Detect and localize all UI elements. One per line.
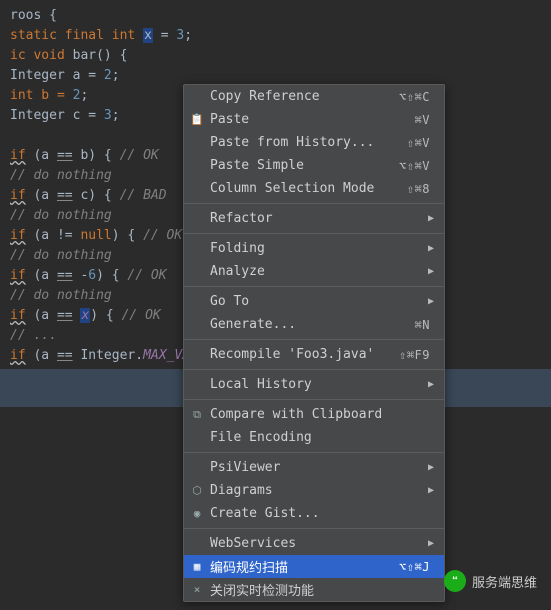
menu-item-paste[interactable]: 📋 Paste⌘V: [184, 108, 444, 131]
menu-item-shortcut: ⇧⌘8: [407, 182, 430, 196]
menu-item-diagrams[interactable]: ⬡ Diagrams▶: [184, 479, 444, 502]
menu-item-paste-from-history[interactable]: Paste from History...⇧⌘V: [184, 131, 444, 154]
submenu-arrow-icon: ▶: [428, 485, 434, 496]
code-line: roos {: [10, 8, 57, 23]
submenu-arrow-icon: ▶: [428, 213, 434, 224]
menu-item-label: Paste Simple: [210, 158, 399, 173]
menu-item-shortcut: ⌘V: [415, 113, 430, 127]
menu-item-folding[interactable]: Folding▶: [184, 237, 444, 260]
menu-item-refactor[interactable]: Refactor▶: [184, 207, 444, 230]
menu-separator: [184, 452, 444, 453]
menu-item-icon: 📋: [190, 113, 204, 126]
menu-separator: [184, 233, 444, 234]
menu-item-label: Compare with Clipboard: [210, 407, 430, 422]
menu-separator: [184, 369, 444, 370]
menu-item-label: Paste: [210, 112, 415, 127]
watermark-text: 服务端思维: [472, 572, 537, 591]
menu-item-file-encoding[interactable]: File Encoding: [184, 426, 444, 449]
context-menu: Copy Reference⌥⇧⌘C 📋 Paste⌘V Paste from His…: [183, 84, 445, 602]
menu-item-label: PsiViewer: [210, 460, 430, 475]
submenu-arrow-icon: ▶: [428, 379, 434, 390]
menu-item-webservices[interactable]: WebServices▶: [184, 532, 444, 555]
menu-item-icon: ◉: [190, 507, 204, 520]
menu-item-icon: ×: [190, 583, 204, 596]
menu-item-icon: ▦: [190, 560, 204, 573]
menu-item-local-history[interactable]: Local History▶: [184, 373, 444, 396]
menu-separator: [184, 399, 444, 400]
menu-item-label: Local History: [210, 377, 430, 392]
menu-item-recompile-foo3-java[interactable]: Recompile 'Foo3.java'⇧⌘F9: [184, 343, 444, 366]
menu-item-[interactable]: × 关闭实时检测功能: [184, 578, 444, 601]
menu-item-icon: ⧉: [190, 408, 204, 422]
menu-separator: [184, 203, 444, 204]
menu-item-shortcut: ⌥⇧⌘J: [399, 560, 430, 574]
menu-item-copy-reference[interactable]: Copy Reference⌥⇧⌘C: [184, 85, 444, 108]
menu-item-paste-simple[interactable]: Paste Simple⌥⇧⌘V: [184, 154, 444, 177]
submenu-arrow-icon: ▶: [428, 243, 434, 254]
menu-item-column-selection-mode[interactable]: Column Selection Mode⇧⌘8: [184, 177, 444, 200]
menu-item-go-to[interactable]: Go To▶: [184, 290, 444, 313]
menu-item-shortcut: ⌘N: [415, 318, 430, 332]
menu-item-generate[interactable]: Generate...⌘N: [184, 313, 444, 336]
menu-item-label: Copy Reference: [210, 89, 399, 104]
menu-item-label: Column Selection Mode: [210, 181, 407, 196]
menu-item-shortcut: ⇧⌘F9: [399, 348, 430, 362]
menu-item-label: 编码规约扫描: [210, 557, 399, 576]
menu-item-label: File Encoding: [210, 430, 430, 445]
menu-item-label: Generate...: [210, 317, 415, 332]
menu-item-shortcut: ⇧⌘V: [407, 136, 430, 150]
watermark: ❝ 服务端思维: [444, 570, 537, 592]
menu-separator: [184, 528, 444, 529]
menu-item-create-gist[interactable]: ◉ Create Gist...: [184, 502, 444, 525]
wechat-icon: ❝: [444, 570, 466, 592]
menu-separator: [184, 286, 444, 287]
menu-item-label: Refactor: [210, 211, 430, 226]
menu-item-label: 关闭实时检测功能: [210, 580, 430, 599]
submenu-arrow-icon: ▶: [428, 266, 434, 277]
menu-item-label: Folding: [210, 241, 430, 256]
menu-item-psiviewer[interactable]: PsiViewer▶: [184, 456, 444, 479]
menu-item-label: Analyze: [210, 264, 430, 279]
menu-item-[interactable]: ▦ 编码规约扫描⌥⇧⌘J: [184, 555, 444, 578]
submenu-arrow-icon: ▶: [428, 296, 434, 307]
menu-item-label: Go To: [210, 294, 430, 309]
menu-item-analyze[interactable]: Analyze▶: [184, 260, 444, 283]
menu-item-label: WebServices: [210, 536, 430, 551]
menu-item-label: Create Gist...: [210, 506, 430, 521]
menu-item-compare-with-clipboard[interactable]: ⧉ Compare with Clipboard: [184, 403, 444, 426]
menu-item-label: Diagrams: [210, 483, 430, 498]
menu-item-label: Paste from History...: [210, 135, 407, 150]
submenu-arrow-icon: ▶: [428, 462, 434, 473]
menu-separator: [184, 339, 444, 340]
menu-item-shortcut: ⌥⇧⌘V: [399, 159, 430, 173]
submenu-arrow-icon: ▶: [428, 538, 434, 549]
menu-item-label: Recompile 'Foo3.java': [210, 347, 399, 362]
menu-item-icon: ⬡: [190, 484, 204, 497]
menu-item-shortcut: ⌥⇧⌘C: [399, 90, 430, 104]
